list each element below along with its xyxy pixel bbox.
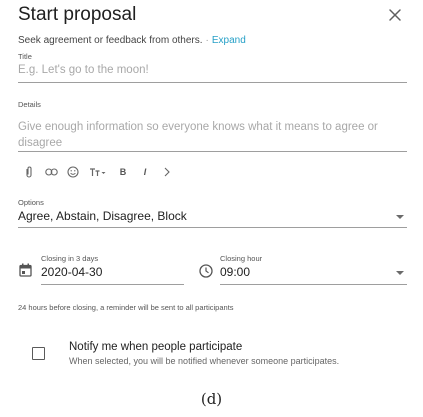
closing-hour-underline xyxy=(220,284,407,285)
closing-date-underline xyxy=(41,284,184,285)
clock-icon[interactable] xyxy=(199,264,213,283)
closing-hour-label: Closing hour xyxy=(220,254,263,263)
dialog-title: Start proposal xyxy=(18,4,137,25)
options-dropdown-icon[interactable] xyxy=(396,215,404,219)
closing-date-input[interactable]: 2020-04-30 xyxy=(41,265,102,279)
bold-icon[interactable]: B xyxy=(112,162,134,182)
options-select-value: Agree, Abstain, Disagree, Block xyxy=(18,209,187,223)
link-icon[interactable] xyxy=(40,162,62,182)
italic-icon[interactable]: I xyxy=(134,162,156,182)
details-input-underline xyxy=(18,151,407,152)
attachment-icon[interactable] xyxy=(18,162,40,182)
title-input[interactable]: E.g. Let's go to the moon! xyxy=(18,64,149,76)
figure-caption: (d) xyxy=(200,390,223,408)
formatting-toolbar: B I xyxy=(18,162,178,182)
details-input[interactable]: Give enough information so everyone know… xyxy=(18,119,398,151)
expand-link[interactable]: Expand xyxy=(212,35,246,46)
text-size-icon[interactable] xyxy=(84,162,112,182)
italic-label: I xyxy=(143,167,147,177)
options-field-label: Options xyxy=(18,198,44,207)
notify-checkbox[interactable] xyxy=(32,347,45,360)
closing-hour-select[interactable]: 09:00 xyxy=(220,265,250,279)
closing-date-label: Closing in 3 days xyxy=(41,254,99,263)
options-underline xyxy=(18,227,407,228)
dialog-subtitle: Seek agreement or feedback from others. ·… xyxy=(18,35,246,46)
chevron-right-icon[interactable] xyxy=(156,162,178,182)
bold-label: B xyxy=(119,167,127,177)
emoji-icon[interactable] xyxy=(62,162,84,182)
calendar-icon[interactable] xyxy=(19,263,32,282)
details-field-label: Details xyxy=(18,100,41,109)
title-input-underline xyxy=(18,82,407,83)
title-field-label: Title xyxy=(18,52,32,61)
options-select[interactable]: Agree, Abstain, Disagree, Block xyxy=(18,209,407,227)
closing-hour-dropdown-icon[interactable] xyxy=(396,271,404,275)
reminder-helper-text: 24 hours before closing, a reminder will… xyxy=(18,303,234,312)
notify-title: Notify me when people participate xyxy=(69,341,243,353)
subtitle-text: Seek agreement or feedback from others. xyxy=(18,35,203,46)
notify-description: When selected, you will be notified when… xyxy=(69,356,340,366)
subtitle-separator: · xyxy=(205,35,209,46)
close-icon[interactable] xyxy=(386,6,404,24)
